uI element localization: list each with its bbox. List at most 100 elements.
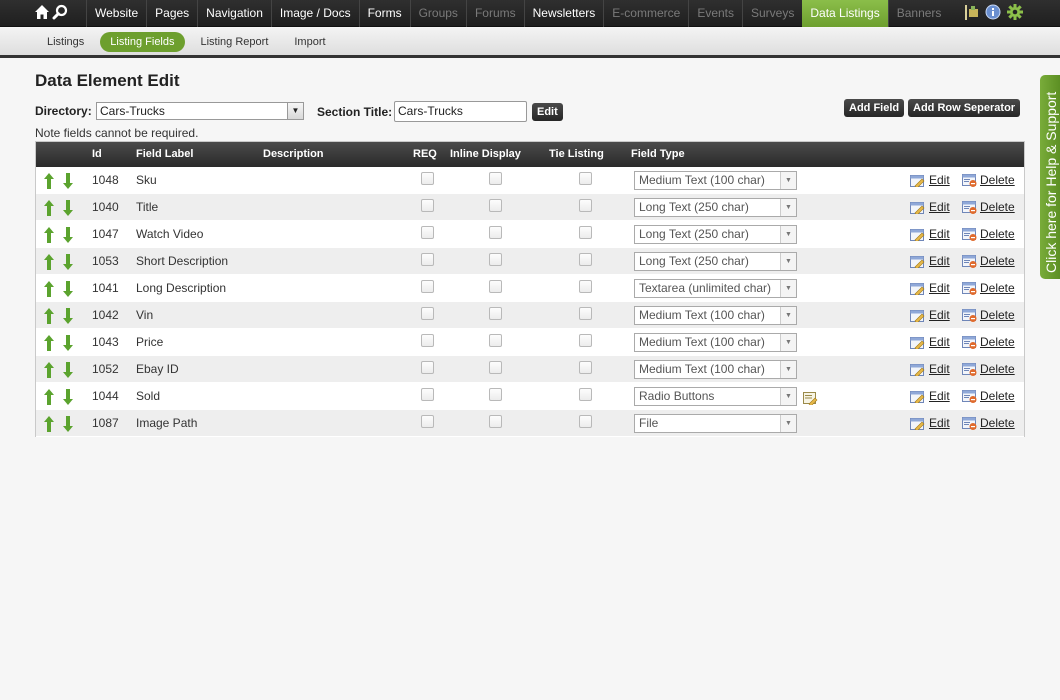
inline-display-checkbox[interactable] (489, 307, 502, 320)
tie-listing-checkbox[interactable] (579, 172, 592, 185)
arrow-up-icon[interactable] (44, 308, 54, 324)
edit-link[interactable]: Edit (929, 200, 950, 214)
nav-item-newsletters[interactable]: Newsletters (523, 0, 604, 27)
nav-item-forms[interactable]: Forms (358, 0, 410, 27)
help-support-tab[interactable]: Click here for Help & Support (1040, 75, 1060, 279)
nav-item-data-listings[interactable]: Data Listings (802, 0, 888, 27)
field-type-select[interactable]: Medium Text (100 char) ▼ (634, 306, 797, 325)
req-checkbox[interactable] (421, 388, 434, 401)
section-title-edit-button[interactable]: Edit (532, 103, 563, 121)
req-checkbox[interactable] (421, 172, 434, 185)
subnav-item-listing-report[interactable]: Listing Report (191, 32, 279, 52)
inline-display-checkbox[interactable] (489, 253, 502, 266)
edit-icon[interactable] (910, 390, 925, 405)
chevron-down-icon[interactable]: ▼ (780, 199, 796, 216)
delete-icon[interactable] (962, 336, 977, 349)
nav-item-navigation[interactable]: Navigation (197, 0, 271, 27)
arrow-down-icon[interactable] (63, 227, 73, 243)
edit-icon[interactable] (910, 255, 925, 270)
nav-item-groups[interactable]: Groups (409, 0, 466, 27)
delete-link[interactable]: Delete (980, 200, 1015, 214)
tie-listing-checkbox[interactable] (579, 334, 592, 347)
delete-icon[interactable] (962, 363, 977, 376)
delete-link[interactable]: Delete (980, 416, 1015, 430)
arrow-up-icon[interactable] (44, 416, 54, 432)
tie-listing-checkbox[interactable] (579, 253, 592, 266)
arrow-up-icon[interactable] (44, 362, 54, 378)
field-type-select[interactable]: File ▼ (634, 414, 797, 433)
inline-display-checkbox[interactable] (489, 199, 502, 212)
chevron-down-icon[interactable]: ▼ (287, 103, 303, 119)
nav-item-image-docs[interactable]: Image / Docs (270, 0, 359, 27)
options-edit-icon[interactable] (803, 392, 818, 407)
arrow-down-icon[interactable] (63, 200, 73, 216)
edit-icon[interactable] (910, 228, 925, 243)
delete-icon[interactable] (962, 255, 977, 268)
edit-icon[interactable] (910, 363, 925, 378)
delete-icon[interactable] (962, 228, 977, 241)
arrow-up-icon[interactable] (44, 281, 54, 297)
edit-icon[interactable] (910, 417, 925, 432)
inline-display-checkbox[interactable] (489, 361, 502, 374)
subnav-item-listing-fields[interactable]: Listing Fields (100, 32, 185, 52)
delete-link[interactable]: Delete (980, 227, 1015, 241)
tie-listing-checkbox[interactable] (579, 280, 592, 293)
field-type-select[interactable]: Long Text (250 char) ▼ (634, 198, 797, 217)
nav-item-surveys[interactable]: Surveys (742, 0, 802, 27)
arrow-up-icon[interactable] (44, 389, 54, 405)
subnav-item-import[interactable]: Import (284, 32, 335, 52)
field-type-select[interactable]: Medium Text (100 char) ▼ (634, 333, 797, 352)
arrow-down-icon[interactable] (63, 281, 73, 297)
edit-icon[interactable] (910, 282, 925, 297)
edit-link[interactable]: Edit (929, 308, 950, 322)
arrow-up-icon[interactable] (44, 200, 54, 216)
edit-link[interactable]: Edit (929, 227, 950, 241)
delete-link[interactable]: Delete (980, 308, 1015, 322)
chevron-down-icon[interactable]: ▼ (780, 361, 796, 378)
tie-listing-checkbox[interactable] (579, 199, 592, 212)
nav-item-pages[interactable]: Pages (146, 0, 197, 27)
edit-link[interactable]: Edit (929, 389, 950, 403)
delete-link[interactable]: Delete (980, 281, 1015, 295)
field-type-select[interactable]: Long Text (250 char) ▼ (634, 225, 797, 244)
chevron-down-icon[interactable]: ▼ (780, 253, 796, 270)
req-checkbox[interactable] (421, 307, 434, 320)
field-type-select[interactable]: Long Text (250 char) ▼ (634, 252, 797, 271)
search-icon[interactable] (52, 4, 68, 23)
delete-icon[interactable] (962, 390, 977, 403)
delete-link[interactable]: Delete (980, 254, 1015, 268)
chevron-down-icon[interactable]: ▼ (780, 307, 796, 324)
arrow-up-icon[interactable] (44, 173, 54, 189)
inline-display-checkbox[interactable] (489, 334, 502, 347)
arrow-down-icon[interactable] (63, 308, 73, 324)
delete-icon[interactable] (962, 309, 977, 322)
arrow-down-icon[interactable] (63, 173, 73, 189)
field-type-select[interactable]: Medium Text (100 char) ▼ (634, 360, 797, 379)
nav-item-website[interactable]: Website (86, 0, 146, 27)
nav-item-banners[interactable]: Banners (887, 0, 950, 27)
delete-icon[interactable] (962, 417, 977, 430)
subnav-item-listings[interactable]: Listings (37, 32, 94, 52)
delete-icon[interactable] (962, 282, 977, 295)
inline-display-checkbox[interactable] (489, 172, 502, 185)
tie-listing-checkbox[interactable] (579, 415, 592, 428)
nav-item-events[interactable]: Events (688, 0, 742, 27)
edit-icon[interactable] (910, 174, 925, 189)
tie-listing-checkbox[interactable] (579, 388, 592, 401)
edit-link[interactable]: Edit (929, 173, 950, 187)
nav-item-e-commerce[interactable]: E-commerce (603, 0, 688, 27)
req-checkbox[interactable] (421, 361, 434, 374)
delete-link[interactable]: Delete (980, 173, 1015, 187)
req-checkbox[interactable] (421, 199, 434, 212)
delete-link[interactable]: Delete (980, 362, 1015, 376)
flag-icon[interactable] (963, 3, 980, 24)
home-icon[interactable] (34, 4, 50, 23)
inline-display-checkbox[interactable] (489, 415, 502, 428)
tie-listing-checkbox[interactable] (579, 361, 592, 374)
gear-icon[interactable] (1006, 3, 1024, 24)
field-type-select[interactable]: Textarea (unlimited char) ▼ (634, 279, 797, 298)
req-checkbox[interactable] (421, 280, 434, 293)
edit-icon[interactable] (910, 201, 925, 216)
inline-display-checkbox[interactable] (489, 388, 502, 401)
edit-link[interactable]: Edit (929, 362, 950, 376)
